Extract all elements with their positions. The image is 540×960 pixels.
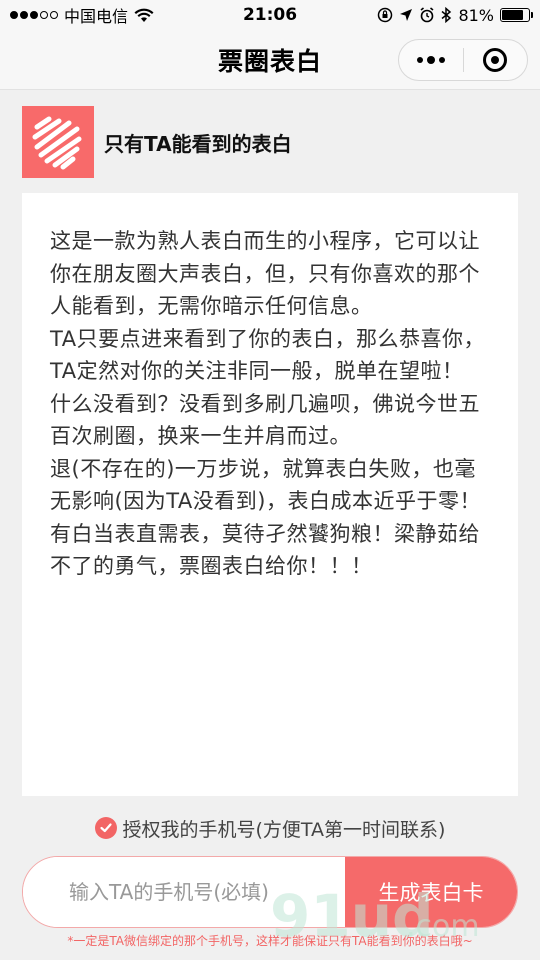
phone-note: *一定是TA微信绑定的那个手机号，这样才能保证只有TA能看到你的表白哦~ — [67, 934, 473, 948]
more-button[interactable] — [399, 40, 463, 80]
auth-phone-checkbox[interactable]: 授权我的手机号(方便TA第一时间联系) — [0, 808, 540, 848]
signal-icon — [10, 11, 58, 19]
intro-paragraph: 有白当表直需表，莫待孑然饕狗粮！梁静茹给不了的勇气，票圈表白给你！！！ — [50, 521, 480, 579]
bluetooth-icon — [441, 7, 452, 23]
intro-paragraph: TA只要点进来看到了你的表白，那么恭喜你，TA定然对你的关注非同一般，脱单在望啦… — [50, 326, 486, 384]
carrier-label: 中国电信 — [64, 7, 129, 26]
location-icon — [400, 9, 413, 21]
more-dots-icon — [416, 56, 445, 64]
intro-card: 这是一款为熟人表白而生的小程序，它可以让你在朋友圈大声表白，但，只有你喜欢的那个… — [22, 193, 518, 796]
app-header: 只有TA能看到的表白 — [22, 106, 292, 178]
intro-paragraph: 这是一款为熟人表白而生的小程序，它可以让你在朋友圈大声表白，但，只有你喜欢的那个… — [50, 229, 480, 318]
phone-form: 生成表白卡 — [22, 856, 518, 928]
rotation-lock-icon — [378, 7, 393, 23]
generate-card-button[interactable]: 生成表白卡 — [345, 857, 517, 927]
nav-bar: 票圈表白 — [0, 30, 540, 90]
auth-label[interactable]: 授权我的手机号(方便TA第一时间联系) — [123, 815, 446, 842]
status-left: 中国电信 — [10, 3, 154, 27]
battery-icon — [500, 8, 533, 22]
intro-paragraph: 什么没看到？没看到多刷几遍呗，佛说今世五百次刷圈，换来一生并肩而过。 — [50, 391, 480, 449]
phone-input[interactable] — [23, 857, 345, 927]
wifi-icon — [134, 8, 154, 22]
mini-program-capsule — [398, 39, 528, 81]
alarm-icon — [420, 7, 434, 23]
clock: 21:06 — [242, 5, 298, 25]
status-right: 81% — [377, 5, 533, 25]
intro-paragraph: 退(不存在的)一万步说，就算表白失败，也毫无影响(因为TA没看到)，表白成本近乎… — [50, 456, 481, 514]
header-title: 只有TA能看到的表白 — [104, 131, 292, 156]
target-icon — [483, 48, 508, 72]
scribble-heart-logo — [22, 106, 94, 178]
battery-fill — [502, 10, 524, 20]
check-circle-icon[interactable] — [94, 817, 117, 839]
battery-percent: 81% — [458, 5, 494, 25]
status-bar: 中国电信 21:06 81% — [0, 0, 540, 30]
logo-scribble-icon — [32, 116, 82, 170]
page-title: 票圈表白 — [217, 46, 322, 76]
close-button[interactable] — [464, 40, 528, 80]
